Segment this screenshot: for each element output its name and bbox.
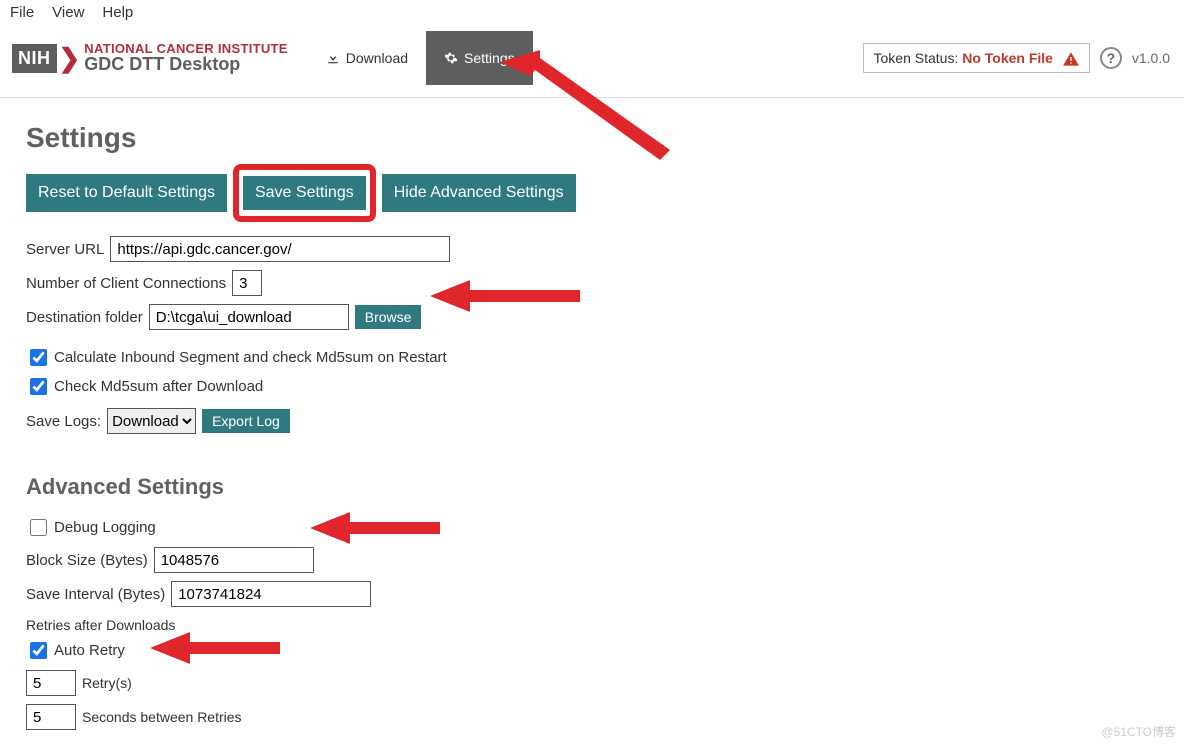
client-conn-row: Number of Client Connections bbox=[26, 270, 1158, 296]
chk-auto-retry[interactable] bbox=[30, 642, 47, 659]
block-size-input[interactable] bbox=[154, 547, 314, 573]
help-button[interactable]: ? bbox=[1100, 47, 1122, 69]
nav-download-label: Download bbox=[346, 50, 408, 66]
chk-md5-restart-row: Calculate Inbound Segment and check Md5s… bbox=[26, 346, 1158, 369]
download-icon bbox=[326, 51, 340, 65]
auto-retry-row: Auto Retry bbox=[26, 639, 1158, 662]
save-interval-row: Save Interval (Bytes) bbox=[26, 581, 1158, 607]
nav: Download Settings bbox=[308, 31, 533, 85]
retry-seconds-input[interactable] bbox=[26, 704, 76, 730]
menu-view[interactable]: View bbox=[52, 4, 84, 21]
client-conn-input[interactable] bbox=[232, 270, 262, 296]
dest-label: Destination folder bbox=[26, 309, 143, 326]
chk-md5-download-label: Check Md5sum after Download bbox=[54, 378, 263, 395]
hide-advanced-button[interactable]: Hide Advanced Settings bbox=[382, 174, 576, 212]
client-conn-label: Number of Client Connections bbox=[26, 275, 226, 292]
chk-debug[interactable] bbox=[30, 519, 47, 536]
server-url-input[interactable] bbox=[110, 236, 450, 262]
settings-button-row: Reset to Default Settings Save Settings … bbox=[26, 174, 1158, 212]
chk-md5-restart[interactable] bbox=[30, 349, 47, 366]
logo-text: NATIONAL CANCER INSTITUTE GDC DTT Deskto… bbox=[84, 42, 287, 75]
menubar: File View Help bbox=[0, 0, 1184, 25]
nav-download[interactable]: Download bbox=[308, 31, 426, 85]
logo-line1: NATIONAL CANCER INSTITUTE bbox=[84, 42, 287, 56]
server-url-label: Server URL bbox=[26, 241, 104, 258]
nav-settings-label: Settings bbox=[464, 50, 515, 66]
chk-md5-download[interactable] bbox=[30, 378, 47, 395]
page-title: Settings bbox=[26, 122, 1158, 154]
nav-settings[interactable]: Settings bbox=[426, 31, 533, 85]
save-highlight: Save Settings bbox=[233, 164, 376, 222]
logo: NIH ❯ NATIONAL CANCER INSTITUTE GDC DTT … bbox=[12, 42, 288, 75]
retry-count-input[interactable] bbox=[26, 670, 76, 696]
export-log-button[interactable]: Export Log bbox=[202, 409, 290, 433]
version-label: v1.0.0 bbox=[1132, 50, 1170, 66]
save-logs-select[interactable]: Download bbox=[107, 408, 196, 434]
retry-unit-label: Retry(s) bbox=[82, 675, 132, 691]
debug-label: Debug Logging bbox=[54, 519, 156, 536]
gear-icon bbox=[444, 51, 458, 65]
chk-md5-restart-label: Calculate Inbound Segment and check Md5s… bbox=[54, 349, 447, 366]
menu-file[interactable]: File bbox=[10, 4, 34, 21]
retry-seconds-row: Seconds between Retries bbox=[26, 704, 1158, 730]
token-status-value: No Token File bbox=[962, 50, 1053, 66]
dest-row: Destination folder Browse bbox=[26, 304, 1158, 330]
retry-count-row: Retry(s) bbox=[26, 670, 1158, 696]
advanced-title: Advanced Settings bbox=[26, 474, 1158, 500]
save-button[interactable]: Save Settings bbox=[243, 176, 366, 210]
content: Settings Reset to Default Settings Save … bbox=[0, 98, 1184, 730]
reset-button[interactable]: Reset to Default Settings bbox=[26, 174, 227, 212]
auto-retry-label: Auto Retry bbox=[54, 642, 125, 659]
browse-button[interactable]: Browse bbox=[355, 305, 422, 329]
warning-icon bbox=[1063, 52, 1079, 66]
block-size-row: Block Size (Bytes) bbox=[26, 547, 1158, 573]
save-interval-input[interactable] bbox=[171, 581, 371, 607]
save-interval-label: Save Interval (Bytes) bbox=[26, 586, 165, 603]
menu-help[interactable]: Help bbox=[102, 4, 133, 21]
retry-seconds-label: Seconds between Retries bbox=[82, 709, 242, 725]
token-status-label: Token Status: bbox=[874, 50, 963, 66]
retries-label: Retries after Downloads bbox=[26, 617, 1158, 633]
debug-row: Debug Logging bbox=[26, 516, 1158, 539]
logo-line2: GDC DTT Desktop bbox=[84, 55, 287, 74]
token-status: Token Status: No Token File bbox=[863, 43, 1090, 73]
watermark: @51CTO博客 bbox=[1101, 723, 1176, 740]
dest-input[interactable] bbox=[149, 304, 349, 330]
save-logs-row: Save Logs: Download Export Log bbox=[26, 408, 1158, 434]
header-right: Token Status: No Token File ? v1.0.0 bbox=[863, 43, 1171, 73]
chk-md5-download-row: Check Md5sum after Download bbox=[26, 375, 1158, 398]
nih-badge: NIH bbox=[12, 44, 57, 73]
nih-chevron-icon: ❯ bbox=[59, 43, 81, 74]
block-size-label: Block Size (Bytes) bbox=[26, 552, 148, 569]
header: NIH ❯ NATIONAL CANCER INSTITUTE GDC DTT … bbox=[0, 25, 1184, 98]
save-logs-label: Save Logs: bbox=[26, 413, 101, 430]
server-url-row: Server URL bbox=[26, 236, 1158, 262]
